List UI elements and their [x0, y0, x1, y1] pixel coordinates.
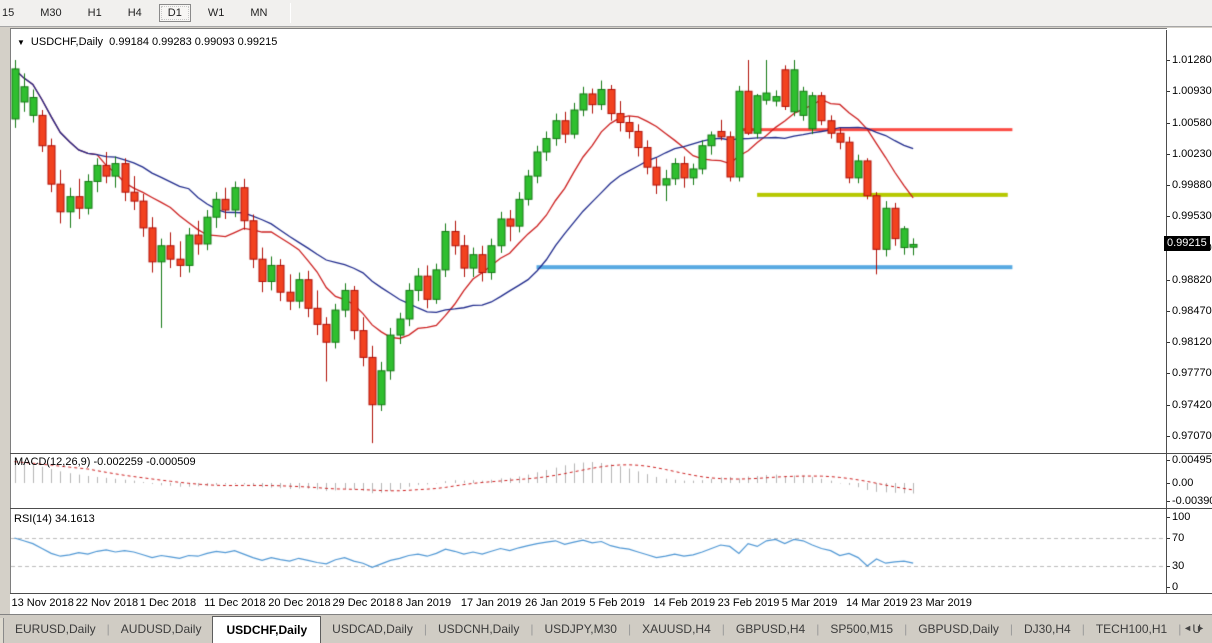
price-axis-label: 0.98820 — [1172, 274, 1212, 286]
price-axis-label: 0.98120 — [1172, 336, 1212, 348]
tab-usdchf[interactable]: USDCHF,Daily — [212, 616, 321, 643]
date-axis-label: 23 Feb 2019 — [718, 597, 780, 609]
tab-scroll-arrows[interactable]: ◄► — [1183, 623, 1209, 633]
date-axis-label: 22 Nov 2018 — [76, 597, 138, 609]
date-axis-label: 29 Dec 2018 — [332, 597, 394, 609]
price-axis[interactable]: 1.01280 1.00930 1.00580 1.00230 0.99880 0.995… — [1167, 28, 1212, 614]
tab-dj30[interactable]: DJ30,H4 — [1013, 615, 1082, 643]
date-axis-label: 5 Feb 2019 — [589, 597, 645, 609]
rsi-name: RSI(14) — [14, 513, 52, 525]
tab-xauusd[interactable]: XAUUSD,H4 — [631, 615, 722, 643]
chart-title: ▼ USDCHF,Daily 0.99184 0.99283 0.99093 0.… — [17, 36, 277, 48]
date-axis-label: 8 Jan 2019 — [397, 597, 451, 609]
macd-axis-label: -0.003905 — [1172, 495, 1212, 507]
price-axis-label: 0.97420 — [1172, 399, 1212, 411]
rsi-axis-label: 100 — [1172, 511, 1190, 523]
timeframe-button-w1[interactable]: W1 — [199, 4, 234, 22]
timeframe-button-h1[interactable]: H1 — [79, 4, 111, 22]
timeframe-toolbar: 15 M30 H1 H4 D1 W1 MN — [0, 0, 1212, 27]
price-axis-label: 0.97070 — [1172, 430, 1212, 442]
price-axis-label: 0.98470 — [1172, 305, 1212, 317]
macd-values: -0.002259 -0.000509 — [93, 456, 195, 468]
price-axis-label: 1.00930 — [1172, 85, 1212, 97]
rsi-indicator-label: RSI(14) 34.1613 — [14, 513, 95, 525]
date-axis-label: 5 Mar 2019 — [782, 597, 838, 609]
current-price-badge: 0.99215 — [1164, 236, 1210, 251]
date-axis-label: 20 Dec 2018 — [268, 597, 330, 609]
date-axis-label: 1 Dec 2018 — [140, 597, 196, 609]
date-axis-label: 17 Jan 2019 — [461, 597, 522, 609]
tab-audusd[interactable]: AUDUSD,Daily — [110, 615, 213, 643]
timeframe-button-m30[interactable]: M30 — [31, 4, 70, 22]
panel-separator-rsi[interactable] — [10, 508, 1212, 509]
macd-indicator-label: MACD(12,26,9) -0.002259 -0.000509 — [14, 456, 196, 468]
macd-name: MACD(12,26,9) — [14, 456, 90, 468]
tab-sp500[interactable]: SP500,M15 — [819, 615, 904, 643]
rsi-value: 34.1613 — [55, 513, 95, 525]
price-axis-label: 1.01280 — [1172, 54, 1212, 66]
symbol-dropdown-icon[interactable]: ▼ — [17, 38, 25, 47]
rsi-axis-label: 70 — [1172, 532, 1184, 544]
date-axis-label: 26 Jan 2019 — [525, 597, 586, 609]
tab-tech100[interactable]: TECH100,H1 — [1085, 615, 1178, 643]
macd-axis-label: 0.00 — [1172, 477, 1193, 489]
timeframe-button-d1[interactable]: D1 — [159, 4, 191, 22]
tab-usdjpy[interactable]: USDJPY,M30 — [533, 615, 627, 643]
date-axis-label: 11 Dec 2018 — [204, 597, 266, 609]
chart-title-symbol: USDCHF,Daily — [31, 36, 103, 48]
date-axis-label: 23 Mar 2019 — [910, 597, 972, 609]
date-axis[interactable]: 13 Nov 201822 Nov 20181 Dec 2018 11 Dec 2… — [10, 594, 1167, 614]
chart-title-ohlc: 0.99184 0.99283 0.99093 0.99215 — [109, 36, 277, 48]
tab-gbpusd[interactable]: GBPUSD,Daily — [907, 615, 1010, 643]
tab-usdcad[interactable]: USDCAD,Daily — [321, 615, 424, 643]
price-axis-label: 0.99530 — [1172, 210, 1212, 222]
macd-axis-label: 0.004952 — [1172, 454, 1212, 466]
panel-separator-dates — [10, 593, 1212, 594]
tab-gbpusd[interactable]: GBPUSD,H4 — [725, 615, 816, 643]
toolbar-separator — [290, 3, 291, 23]
application-window: 15 M30 H1 H4 D1 W1 MN ▼ USDCHF,Daily 0.99184 0.… — [0, 0, 1212, 643]
price-axis-label: 0.99880 — [1172, 179, 1212, 191]
date-axis-label: 14 Mar 2019 — [846, 597, 908, 609]
timeframe-button-mn[interactable]: MN — [241, 4, 276, 22]
timeframe-button-h4[interactable]: H4 — [119, 4, 151, 22]
price-axis-label: 0.97770 — [1172, 367, 1212, 379]
tab-eurusd[interactable]: EURUSD,Daily — [4, 615, 107, 643]
price-axis-label: 1.00580 — [1172, 117, 1212, 129]
timeframe-button-15[interactable]: 15 — [0, 4, 23, 22]
axis-border-line — [1166, 30, 1167, 593]
panel-separator-macd[interactable] — [10, 453, 1212, 454]
tab-usdcnh[interactable]: USDCNH,Daily — [427, 615, 530, 643]
price-axis-label: 1.00230 — [1172, 148, 1212, 160]
rsi-axis-label: 0 — [1172, 581, 1178, 593]
date-axis-label: 13 Nov 2018 — [12, 597, 74, 609]
chart-tab-bar: EURUSD,Daily|AUDUSD,DailyUSDCHF,DailyUSD… — [0, 614, 1212, 643]
rsi-axis-label: 30 — [1172, 560, 1184, 572]
date-axis-label: 14 Feb 2019 — [653, 597, 715, 609]
